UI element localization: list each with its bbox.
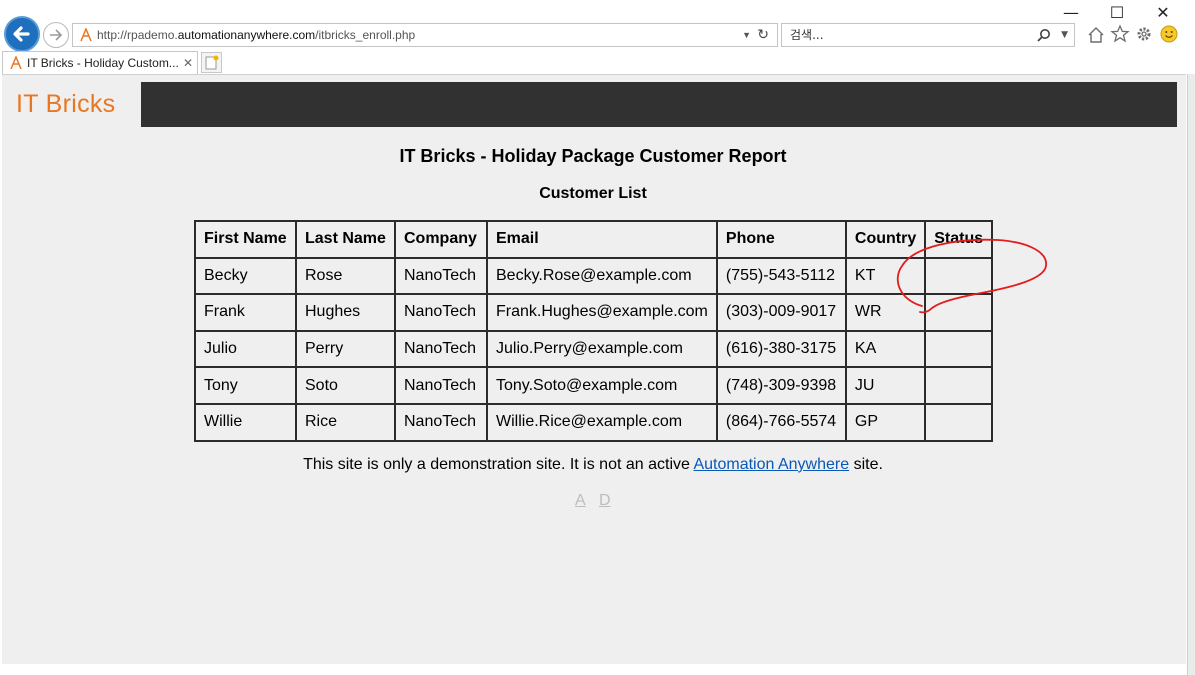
page-title: IT Bricks - Holiday Package Customer Rep… <box>399 146 787 166</box>
tab-favicon-icon <box>10 56 22 70</box>
minimize-button[interactable]: — <box>1048 2 1094 22</box>
cell-first-name: Tony <box>194 366 297 405</box>
cell-email: Tony.Soto@example.com <box>486 366 718 405</box>
table-row: Julio Perry NanoTech Julio.Perry@example… <box>194 329 994 369</box>
maximize-button[interactable]: ☐ <box>1094 2 1140 22</box>
table-row: Willie Rice NanoTech Willie.Rice@example… <box>194 402 994 442</box>
cell-status <box>924 402 994 442</box>
search-icon[interactable] <box>1036 28 1052 44</box>
automation-anywhere-link[interactable]: Automation Anywhere <box>693 456 849 473</box>
back-arrow-icon <box>13 26 30 42</box>
tab-close-icon[interactable]: ✕ <box>183 52 193 74</box>
column-header: Status <box>924 220 994 259</box>
cell-last-name: Perry <box>295 329 396 369</box>
cell-email: Becky.Rose@example.com <box>486 256 718 296</box>
cell-phone: (755)-543-5112 <box>715 256 847 296</box>
customer-table: First Name Last Name Company Email Phone… <box>194 220 994 442</box>
url-prefix: http://rpademo. <box>97 28 178 42</box>
search-dropdown-icon[interactable]: ▼ <box>1061 24 1068 46</box>
column-header: Company <box>394 220 488 259</box>
footer-text-before: This site is only a demonstration site. … <box>303 456 694 473</box>
table-row: Tony Soto NanoTech Tony.Soto@example.com… <box>194 366 994 405</box>
cell-phone: (616)-380-3175 <box>715 329 847 369</box>
cell-company: NanoTech <box>394 329 488 369</box>
back-button[interactable] <box>4 16 40 52</box>
forward-button[interactable] <box>43 22 69 48</box>
cell-last-name: Soto <box>295 366 396 405</box>
cell-first-name: Frank <box>194 293 297 332</box>
column-header: Last Name <box>295 220 396 259</box>
cell-country: KA <box>844 329 927 369</box>
link-d[interactable]: D <box>599 492 611 510</box>
column-header: Country <box>844 220 927 259</box>
new-tab-button[interactable] <box>201 52 222 73</box>
section-subtitle: Customer List <box>539 185 647 202</box>
search-placeholder: 검색... <box>790 28 824 42</box>
cell-country: GP <box>844 402 927 442</box>
url-domain: automationanywhere.com <box>177 28 316 42</box>
minimize-icon: — <box>1063 2 1079 22</box>
cell-first-name: Willie <box>194 402 297 442</box>
column-header: Phone <box>715 220 847 259</box>
table-header-row: First Name Last Name Company Email Phone… <box>194 220 994 259</box>
url-path: /itbricks_enroll.php <box>315 28 416 42</box>
column-header: First Name <box>194 220 297 259</box>
search-input[interactable]: 검색... ▼ <box>781 23 1075 47</box>
background-window-strip <box>1187 74 1195 675</box>
smiley-feedback-icon[interactable] <box>1159 24 1179 44</box>
maximize-icon: ☐ <box>1109 2 1125 22</box>
table-row: Frank Hughes NanoTech Frank.Hughes@examp… <box>194 293 994 332</box>
refresh-icon[interactable]: ↻ <box>757 24 769 46</box>
cell-company: NanoTech <box>394 256 488 296</box>
column-header: Email <box>486 220 718 259</box>
address-bar[interactable]: http://rpademo.automationanywhere.com/it… <box>72 23 778 47</box>
cell-last-name: Rose <box>295 256 396 296</box>
site-header-bar <box>141 82 1177 127</box>
link-a[interactable]: A <box>575 492 586 510</box>
cell-last-name: Hughes <box>295 293 396 332</box>
cell-phone: (748)-309-9398 <box>715 366 847 405</box>
cell-company: NanoTech <box>394 293 488 332</box>
new-tab-icon <box>205 55 219 70</box>
site-logo: IT Bricks <box>16 90 116 118</box>
tab-title: IT Bricks - Holiday Custom... <box>27 56 179 70</box>
site-favicon-icon <box>80 28 92 42</box>
cell-company: NanoTech <box>394 366 488 405</box>
table-row: Becky Rose NanoTech Becky.Rose@example.c… <box>194 256 994 296</box>
cell-country: WR <box>844 293 927 332</box>
footer-notice: This site is only a demonstration site. … <box>0 456 1186 474</box>
cell-phone: (864)-766-5574 <box>715 402 847 442</box>
cell-last-name: Rice <box>295 402 396 442</box>
cell-country: JU <box>844 366 927 405</box>
cell-status <box>924 366 994 405</box>
cell-status <box>924 293 994 332</box>
browser-tab[interactable]: IT Bricks - Holiday Custom... ✕ <box>2 51 198 74</box>
cell-status <box>924 256 994 296</box>
cell-email: Julio.Perry@example.com <box>486 329 718 369</box>
favorites-star-icon[interactable] <box>1110 24 1130 44</box>
close-icon: ✕ <box>1156 2 1170 22</box>
cell-phone: (303)-009-9017 <box>715 293 847 332</box>
home-icon[interactable] <box>1086 25 1106 45</box>
footer-text-after: site. <box>849 456 883 473</box>
cell-email: Frank.Hughes@example.com <box>486 293 718 332</box>
cell-country: KT <box>844 256 927 296</box>
address-dropdown-icon[interactable]: ▼ <box>742 24 751 46</box>
close-button[interactable]: ✕ <box>1140 2 1186 22</box>
forward-arrow-icon <box>50 29 63 41</box>
cell-first-name: Julio <box>194 329 297 369</box>
cell-company: NanoTech <box>394 402 488 442</box>
cell-first-name: Becky <box>194 256 297 296</box>
cell-status <box>924 329 994 369</box>
settings-gear-icon[interactable] <box>1134 24 1154 44</box>
cell-email: Willie.Rice@example.com <box>486 402 718 442</box>
